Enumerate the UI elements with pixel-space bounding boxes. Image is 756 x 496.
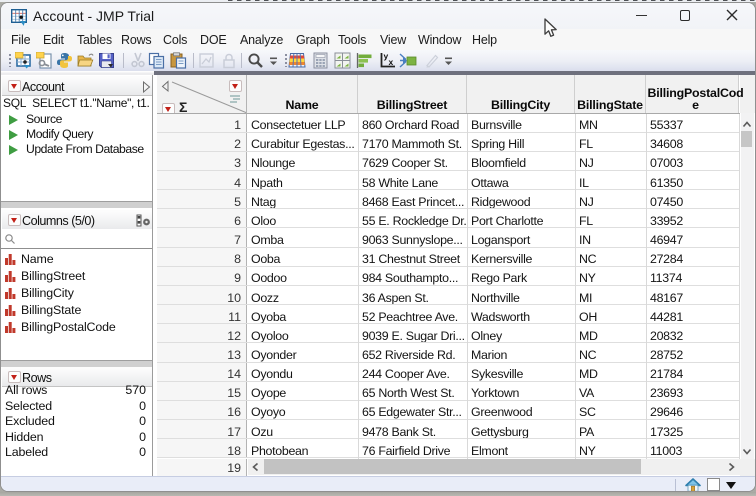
svg-text:Σ: Σ [179, 99, 187, 113]
svg-text:x: x [388, 57, 393, 67]
